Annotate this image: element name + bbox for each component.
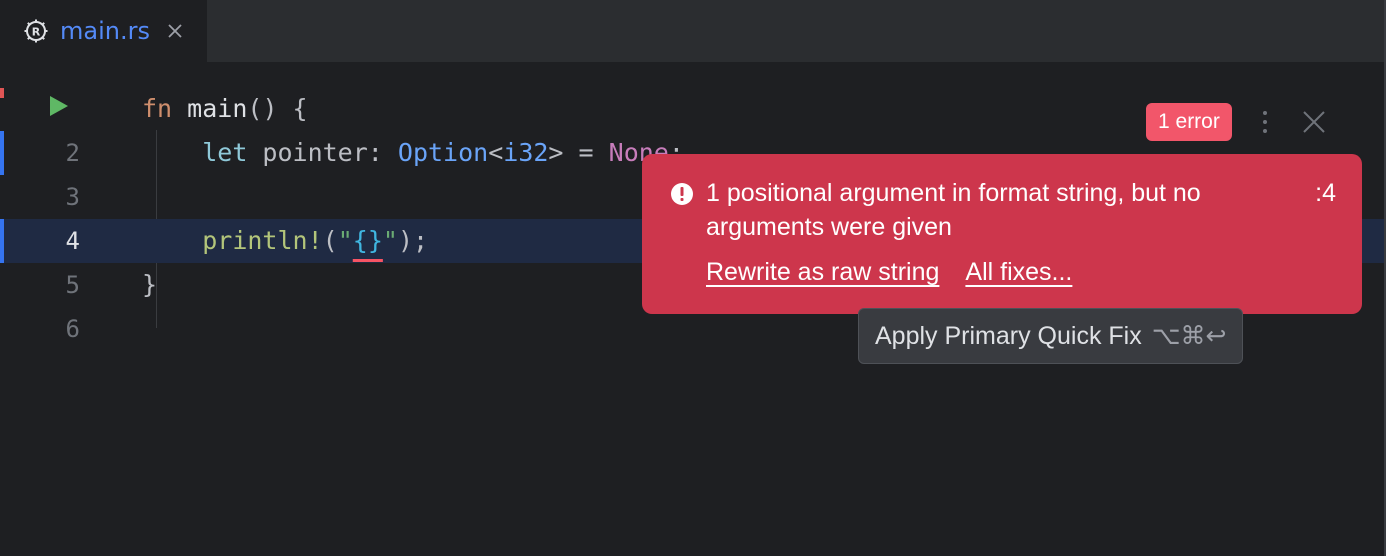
code-token: pointer:: [247, 138, 398, 167]
code-token: ": [337, 226, 353, 255]
error-message: 1 positional argument in format string, …: [706, 179, 1201, 241]
error-icon: [671, 183, 693, 205]
close-tab-icon[interactable]: [164, 20, 186, 42]
all-fixes-link[interactable]: All fixes...: [965, 258, 1072, 287]
close-icon[interactable]: [1300, 108, 1328, 136]
line-number: 3: [65, 183, 80, 211]
quick-fix-tooltip: Apply Primary Quick Fix ⌥⌘↩: [858, 308, 1244, 364]
svg-text:R: R: [32, 26, 41, 39]
rust-file-icon: R: [24, 19, 48, 43]
line-number: 5: [65, 271, 80, 299]
tooltip-label: Apply Primary Quick Fix: [875, 321, 1142, 350]
code-token: Option: [397, 138, 489, 167]
tab-label: main.rs: [60, 17, 150, 45]
line-reference[interactable]: :4: [1315, 176, 1336, 210]
vcs-change-marker[interactable]: [0, 88, 4, 98]
code-token: main: [187, 94, 248, 123]
code-token: );: [397, 226, 429, 255]
rewrite-raw-string-link[interactable]: Rewrite as raw string: [706, 258, 939, 287]
code-token: ": [382, 226, 398, 255]
code-token: > =: [548, 138, 609, 167]
vcs-change-marker[interactable]: [0, 219, 4, 263]
code-token: }: [142, 270, 158, 299]
code-token: let: [202, 138, 248, 167]
code-token: i32: [503, 138, 549, 167]
code-token: <: [488, 138, 504, 167]
code-text[interactable]: }: [142, 263, 157, 307]
code-token: println!: [202, 226, 323, 255]
error-popup: 1 positional argument in format string, …: [642, 154, 1362, 314]
tab-bar: R main.rs: [0, 0, 1386, 62]
error-count-badge[interactable]: 1 error: [1146, 103, 1232, 141]
quick-fix-links: Rewrite as raw string All fixes...: [706, 258, 1072, 287]
vcs-change-marker[interactable]: [0, 131, 4, 175]
code-token: {}: [352, 226, 383, 255]
more-vertical-icon[interactable]: [1258, 108, 1272, 136]
line-number: 4: [65, 227, 80, 255]
code-token: (: [322, 226, 338, 255]
line-number: 6: [65, 315, 80, 343]
code-text[interactable]: println!("{}");: [142, 219, 428, 263]
code-token: fn: [142, 94, 173, 123]
tab-main-rs[interactable]: R main.rs: [0, 0, 207, 62]
tooltip-shortcut: ⌥⌘↩: [1151, 322, 1227, 350]
code-token: () {: [247, 94, 308, 123]
line-number: 2: [65, 139, 80, 167]
code-text[interactable]: let pointer: Option<i32> = None;: [142, 131, 684, 175]
code-text[interactable]: fn main() {: [142, 87, 308, 131]
